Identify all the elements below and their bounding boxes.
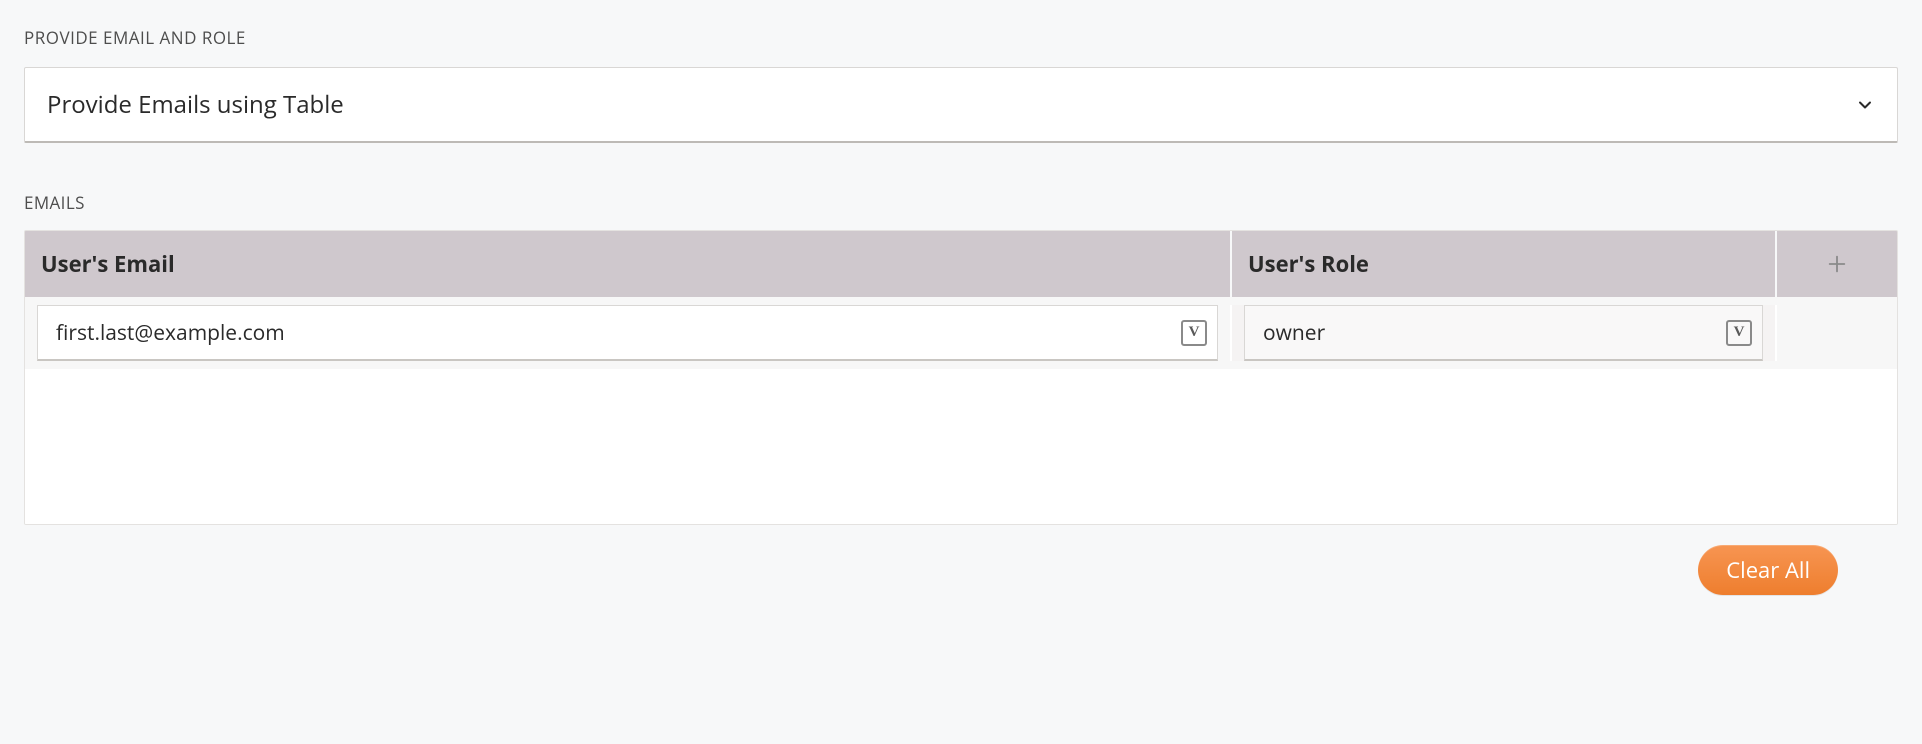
plus-icon <box>1826 253 1848 275</box>
section-label-provide-email-and-role: PROVIDE EMAIL AND ROLE <box>24 26 1898 49</box>
variable-icon[interactable]: V <box>1181 320 1207 346</box>
add-column-button[interactable] <box>1777 231 1897 297</box>
provide-emails-mode-dropdown[interactable]: Provide Emails using Table <box>24 67 1898 143</box>
dropdown-selected-value: Provide Emails using Table <box>47 88 344 121</box>
emails-table: User's Email User's Role V V <box>24 230 1898 525</box>
email-input[interactable] <box>54 318 1173 348</box>
cell-empty-actions <box>1777 305 1897 361</box>
email-role-form: PROVIDE EMAIL AND ROLE Provide Emails us… <box>0 0 1922 625</box>
section-label-emails: EMAILS <box>24 191 1898 214</box>
table-empty-area <box>25 369 1897 524</box>
chevron-down-icon <box>1855 95 1875 115</box>
cell-users-role: V <box>1232 305 1777 361</box>
table-header-row: User's Email User's Role <box>25 231 1897 297</box>
footer-actions: Clear All <box>24 525 1898 595</box>
table-row: V V <box>25 297 1897 369</box>
clear-all-button[interactable]: Clear All <box>1698 545 1838 595</box>
role-input[interactable] <box>1261 318 1718 348</box>
column-header-users-email: User's Email <box>25 231 1232 297</box>
email-input-wrapper: V <box>37 305 1218 361</box>
variable-icon[interactable]: V <box>1726 320 1752 346</box>
role-input-wrapper: V <box>1244 305 1763 361</box>
cell-users-email: V <box>25 305 1232 361</box>
column-header-users-role: User's Role <box>1232 231 1777 297</box>
